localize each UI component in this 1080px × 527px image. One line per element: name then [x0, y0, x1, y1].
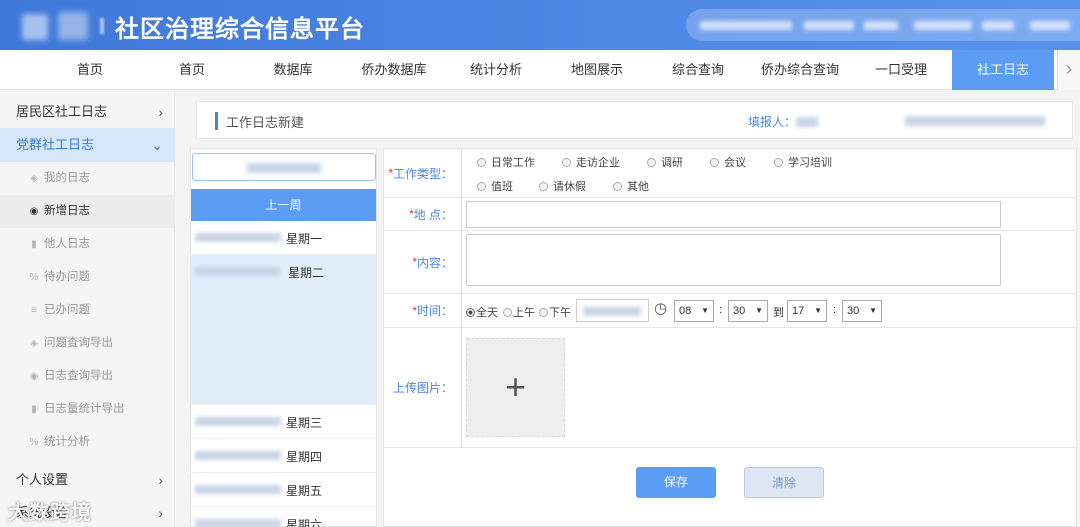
nav-item-database[interactable]: 数据库 — [243, 50, 343, 90]
week-panel: 上一周 星期一 星期二 星期三 星期四 星期五 星期六 — [190, 148, 377, 527]
cube-icon: ◈ — [30, 173, 38, 184]
end-minute-select[interactable]: 30 ▼ — [842, 300, 882, 322]
radio-morning[interactable]: 上午 — [503, 304, 535, 320]
day-thursday[interactable]: 星期四 — [191, 439, 376, 473]
sidebar-item-log-count-export[interactable]: ▮ 日志量统计导出 — [0, 393, 175, 426]
content-row: * 内容： — [384, 231, 1076, 294]
clock-icon: ◷ — [654, 300, 668, 317]
app-title: 社区治理综合信息平台 — [115, 16, 365, 43]
nav-item-qiaoban-query[interactable]: 侨办综合查询 — [750, 50, 850, 90]
sidebar-item-log-export[interactable]: ◉ 日志查询导出 — [0, 360, 175, 393]
sidebar-item-done-issues[interactable]: ≡ 已办问题 — [0, 294, 175, 327]
watermark: 大数跨境 — [8, 502, 92, 524]
chevron-right-icon: › — [158, 472, 163, 488]
day-saturday[interactable]: 星期六 — [191, 507, 376, 527]
bookmark-icon: ▮ — [31, 404, 37, 415]
radio-daily-work[interactable]: 日常工作 — [477, 154, 535, 170]
lifebuoy-icon: ◉ — [29, 371, 39, 382]
content-label: * 内容： — [384, 231, 462, 293]
link-icon: % — [29, 437, 39, 448]
week-date-input[interactable] — [192, 153, 376, 181]
sidebar-group-resident-log[interactable]: 居民区社工日志 › — [0, 95, 175, 129]
start-minute-select[interactable]: 30 ▼ — [728, 300, 768, 322]
sidebar-item-others-log[interactable]: ▮ 他人日志 — [0, 228, 175, 261]
sidebar-item-statistics[interactable]: % 统计分析 — [0, 426, 175, 459]
nav-item-statistics[interactable]: 统计分析 — [446, 50, 546, 90]
clear-button[interactable]: 清除 — [744, 467, 824, 498]
sidebar-item-my-log[interactable]: ◈ 我的日志 — [0, 162, 175, 195]
cube-icon: ◈ — [30, 338, 38, 349]
sidebar-group-label: 党群社工日志 — [16, 137, 95, 152]
sidebar-item-issue-export[interactable]: ◈ 问题查询导出 — [0, 327, 175, 360]
sidebar-group-party-log[interactable]: 党群社工日志 ⌄ — [0, 128, 175, 162]
previous-week-button[interactable]: 上一周 — [191, 189, 376, 221]
radio-other[interactable]: 其他 — [613, 178, 649, 194]
nav-item-home-2[interactable]: 首页 — [142, 50, 242, 90]
main-nav: 首页 首页 数据库 侨办数据库 统计分析 地图展示 综合查询 侨办综合查询 一口… — [0, 50, 1080, 90]
date-input[interactable] — [576, 299, 649, 322]
sidebar-item-new-log[interactable]: ◉ 新增日志 — [0, 195, 175, 228]
user-info[interactable] — [686, 9, 1080, 41]
reporter-label: 填报人： — [748, 113, 819, 130]
radio-leave[interactable]: 请休假 — [539, 178, 586, 194]
day-tuesday[interactable]: 星期二 — [191, 255, 376, 405]
nav-item-one-stop[interactable]: 一口受理 — [851, 50, 951, 90]
sidebar: 居民区社工日志 › 党群社工日志 ⌄ ◈ 我的日志 ◉ 新增日志 ▮ 他人日志 % 待办… — [0, 90, 175, 527]
radio-all-day[interactable]: 全天 — [466, 304, 498, 320]
place-input[interactable] — [466, 201, 1001, 228]
nav-item-map[interactable]: 地图展示 — [547, 50, 647, 90]
chevron-right-icon: › — [158, 104, 163, 120]
radio-visit-company[interactable]: 走访企业 — [562, 154, 620, 170]
reporter-info — [905, 116, 1045, 126]
radio-research[interactable]: 调研 — [647, 154, 683, 170]
title-marker — [215, 112, 218, 130]
day-friday[interactable]: 星期五 — [191, 473, 376, 507]
nav-item-query[interactable]: 综合查询 — [648, 50, 748, 90]
app-header: 社区治理综合信息平台 — [0, 0, 1080, 50]
place-row: * 地 点： — [384, 198, 1076, 231]
day-monday[interactable]: 星期一 — [191, 221, 376, 255]
upload-label: 上传图片： — [384, 328, 462, 447]
radio-afternoon[interactable]: 下午 — [539, 304, 571, 320]
start-hour-select[interactable]: 08 ▼ — [674, 300, 714, 322]
nav-item-social-work-log[interactable]: 社工日志 — [952, 50, 1054, 90]
sidebar-group-label: 居民区社工日志 — [16, 104, 108, 119]
radio-training[interactable]: 学习培训 — [774, 154, 832, 170]
logo — [18, 8, 108, 42]
to-label: 到 — [773, 307, 784, 319]
day-wednesday[interactable]: 星期三 — [191, 405, 376, 439]
list-icon: ≡ — [31, 305, 37, 316]
sidebar-group-label: 个人设置 — [16, 472, 69, 487]
radio-on-duty[interactable]: 值班 — [477, 178, 513, 194]
radio-meeting[interactable]: 会议 — [710, 154, 746, 170]
sidebar-item-pending-issues[interactable]: % 待办问题 — [0, 261, 175, 294]
chevron-down-icon: ⌄ — [151, 137, 163, 153]
nav-next-arrow-icon[interactable]: › — [1057, 50, 1080, 90]
upload-image-button[interactable]: + — [466, 338, 565, 437]
upload-row: 上传图片： + — [384, 328, 1076, 448]
bookmark-icon: ▮ — [31, 239, 37, 250]
nav-item-qiaoban-database[interactable]: 侨办数据库 — [344, 50, 444, 90]
sidebar-group-personal-settings[interactable]: 个人设置 › — [0, 463, 175, 497]
work-type-label: * 工作类型： — [384, 149, 462, 197]
time-label: * 时间： — [384, 294, 462, 327]
log-form: * 工作类型： 日常工作 走访企业 调研 会议 学习培训 值班 请休假 其他 * 地… — [383, 148, 1077, 527]
content-textarea[interactable] — [466, 234, 1001, 286]
save-button[interactable]: 保存 — [636, 467, 716, 498]
nav-item-home-1[interactable]: 首页 — [40, 50, 140, 90]
work-type-row: * 工作类型： 日常工作 走访企业 调研 会议 学习培训 值班 请休假 其他 — [384, 149, 1076, 198]
page-title-bar: 工作日志新建 填报人： — [196, 101, 1073, 139]
link-icon: % — [29, 272, 39, 283]
end-hour-select[interactable]: 17 ▼ — [787, 300, 827, 322]
place-label: * 地 点： — [384, 198, 462, 230]
lifebuoy-icon: ◉ — [29, 206, 39, 217]
chevron-right-icon: › — [158, 505, 163, 521]
page-title: 工作日志新建 — [226, 115, 305, 130]
time-row: * 时间： 全天 上午 下午 ◷ 08 ▼ : 30 ▼ 到 17 ▼ : 30 ▼ — [384, 294, 1076, 328]
